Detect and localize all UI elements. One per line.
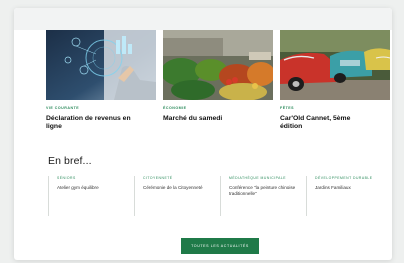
news-text: Fêtes Car'Old Cannet, 5ème édition [280,100,366,134]
brief-item[interactable]: Développement durable Jardins Familiaux [306,176,388,216]
news-category: Fêtes [280,106,295,110]
brief-list: Séniors Atelier gym équilibre Citoyennet… [48,176,388,220]
news-category: Économie [163,106,187,110]
news-title[interactable]: Déclaration de revenus en ligne [46,115,132,131]
news-title[interactable]: Car'Old Cannet, 5ème édition [280,115,366,131]
news-image-tax[interactable] [46,30,156,100]
news-category: Vie Courante [46,106,80,110]
brief-text[interactable]: Atelier gym équilibre [57,185,130,191]
brief-section-title: En bref... [48,155,92,167]
brief-text[interactable]: Cérémonie de la Citoyenneté [143,185,216,191]
brief-item[interactable]: Citoyenneté Cérémonie de la Citoyenneté [134,176,216,216]
header-stripe [14,8,392,30]
news-image-market[interactable] [163,30,273,100]
brief-category: Médiathèque municipale [229,176,287,180]
news-text: Économie Marché du samedi [163,100,249,134]
brief-item[interactable]: Séniors Atelier gym équilibre [48,176,130,216]
page-card: Vie Courante Déclaration de revenus en l… [14,8,392,260]
all-news-button[interactable]: Toutes les actualités [181,238,259,254]
brief-category: Séniors [57,176,76,180]
brief-text[interactable]: Jardins Familiaux [315,185,388,191]
brief-category: Développement durable [315,176,373,180]
news-card[interactable]: Économie Marché du samedi [163,30,273,134]
brief-text[interactable]: Conférence "la peinture chinoise traditi… [229,185,302,197]
news-text: Vie Courante Déclaration de revenus en l… [46,100,132,134]
news-title[interactable]: Marché du samedi [163,115,249,123]
news-card[interactable]: Vie Courante Déclaration de revenus en l… [46,30,156,134]
news-row: Vie Courante Déclaration de revenus en l… [46,30,392,140]
news-card[interactable]: Fêtes Car'Old Cannet, 5ème édition [280,30,390,134]
brief-category: Citoyenneté [143,176,173,180]
brief-item[interactable]: Médiathèque municipale Conférence "la pe… [220,176,302,216]
news-image-cars[interactable] [280,30,390,100]
